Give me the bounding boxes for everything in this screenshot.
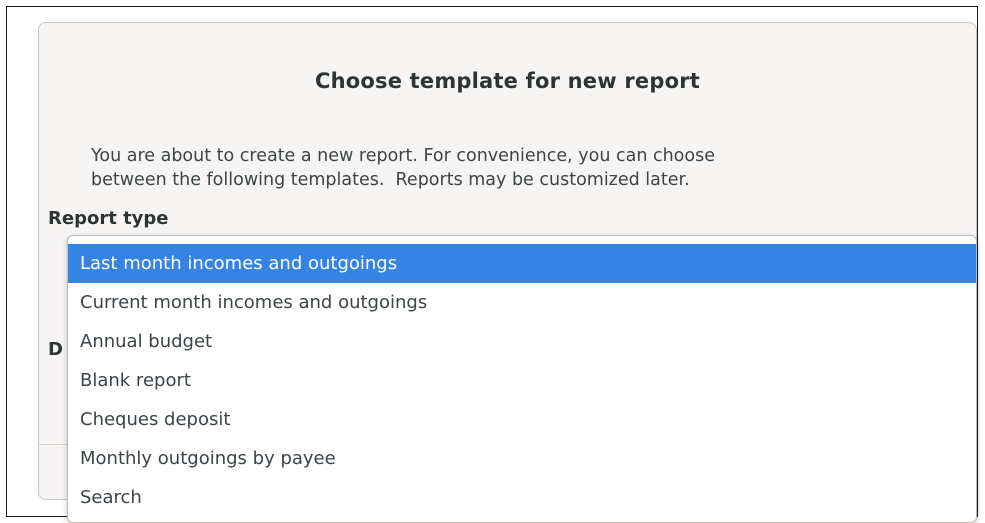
hidden-section-label: D (48, 339, 63, 360)
description-line-1: You are about to create a new report. Fo… (91, 146, 715, 166)
option-blank-report[interactable]: Blank report (68, 361, 976, 400)
report-type-label: Report type (48, 208, 169, 229)
option-monthly-by-payee[interactable]: Monthly outgoings by payee (68, 439, 976, 478)
dialog-title: Choose template for new report (314, 69, 700, 93)
option-annual-budget[interactable]: Annual budget (68, 322, 976, 361)
dialog-description: You are about to create a new report. Fo… (91, 144, 961, 192)
option-cheques-deposit[interactable]: Cheques deposit (68, 400, 976, 439)
option-last-month[interactable]: Last month incomes and outgoings (68, 244, 976, 283)
option-current-month[interactable]: Current month incomes and outgoings (68, 283, 976, 322)
description-line-2: between the following templates. Reports… (91, 170, 690, 190)
option-search[interactable]: Search (68, 478, 976, 517)
screenshot-frame: Choose template for new report You are a… (6, 6, 978, 523)
report-type-dropdown-list[interactable]: Last month incomes and outgoings Current… (67, 235, 977, 523)
